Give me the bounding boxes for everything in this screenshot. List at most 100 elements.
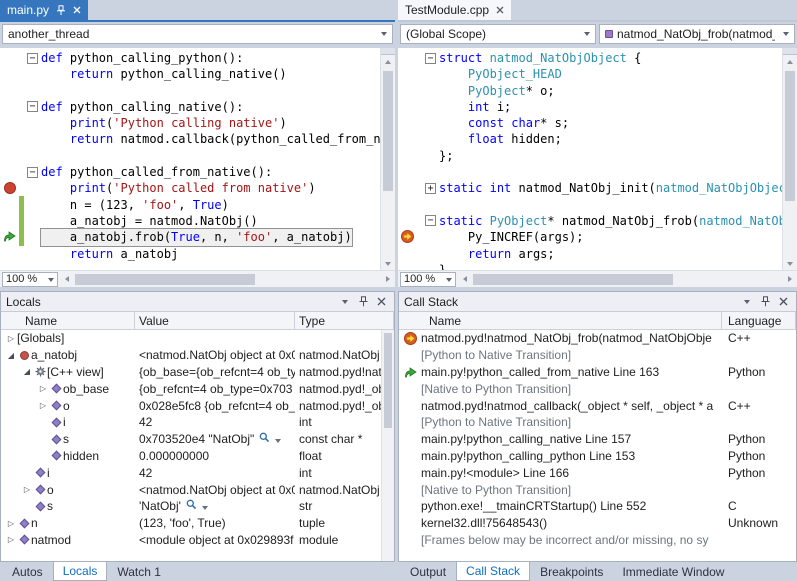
chevron-down-icon[interactable] bbox=[202, 499, 208, 513]
callstack-frame-row[interactable]: python.exe!__tmainCRTStartup() Line 552C bbox=[399, 498, 796, 515]
magnifier-button[interactable] bbox=[186, 499, 197, 513]
scroll-left-icon[interactable] bbox=[458, 272, 472, 287]
callstack-frame-row[interactable]: [Native to Python Transition] bbox=[399, 380, 796, 397]
scrollbar-thumb[interactable] bbox=[785, 71, 795, 201]
splitter-grip[interactable] bbox=[783, 48, 797, 55]
expander-icon[interactable]: ◢ bbox=[21, 367, 33, 376]
code-editor[interactable]: −struct natmod_NatObjObject { PyObject_H… bbox=[398, 48, 782, 270]
glyph-margin[interactable] bbox=[398, 50, 424, 66]
fold-toggle-icon[interactable]: − bbox=[425, 215, 436, 226]
glyph-margin[interactable] bbox=[398, 99, 424, 115]
callstack-frame-row[interactable]: main.py!python_calling_native Line 157Py… bbox=[399, 431, 796, 448]
vertical-scrollbar[interactable] bbox=[782, 48, 797, 270]
locals-row[interactable]: ▷o<natmod.NatObj object at 0x0natmod.Nat… bbox=[1, 481, 394, 498]
glyph-margin[interactable] bbox=[398, 262, 424, 270]
glyph-margin[interactable] bbox=[398, 229, 424, 245]
glyph-margin[interactable] bbox=[398, 148, 424, 164]
callstack-frame-row[interactable]: [Frames below may be incorrect and/or mi… bbox=[399, 532, 796, 549]
column-header-value[interactable]: Value bbox=[135, 312, 295, 329]
member-dropdown[interactable]: natmod_NatObj_frob(natmod_ bbox=[599, 24, 795, 44]
fold-toggle-icon[interactable]: − bbox=[27, 53, 38, 64]
scroll-down-icon[interactable] bbox=[783, 257, 797, 270]
callstack-frame-row[interactable]: [Python to Native Transition] bbox=[399, 347, 796, 364]
window-menu-icon[interactable] bbox=[337, 294, 353, 309]
scroll-right-icon[interactable] bbox=[783, 272, 797, 287]
glyph-margin[interactable] bbox=[0, 164, 26, 180]
vertical-scrollbar[interactable] bbox=[380, 48, 395, 270]
glyph-margin[interactable] bbox=[398, 197, 424, 213]
locals-row[interactable]: ◢a_natobj<natmod.NatObj object at 0x0nat… bbox=[1, 347, 394, 364]
fold-toggle-icon[interactable]: + bbox=[425, 183, 436, 194]
glyph-margin[interactable] bbox=[0, 66, 26, 82]
debug-tab-locals[interactable]: Locals bbox=[53, 562, 108, 581]
expander-icon[interactable]: ▷ bbox=[37, 401, 49, 410]
glyph-margin[interactable] bbox=[398, 246, 424, 262]
scrollbar-thumb[interactable] bbox=[383, 71, 393, 191]
locals-row[interactable]: ▷natmod<module object at 0x029893fmodule bbox=[1, 532, 394, 549]
glyph-margin[interactable] bbox=[398, 131, 424, 147]
scrollbar-thumb[interactable] bbox=[384, 333, 392, 428]
horizontal-scrollbar[interactable] bbox=[458, 272, 797, 287]
glyph-margin[interactable] bbox=[0, 50, 26, 66]
locals-row[interactable]: ▷o0x028e5fc8 {ob_refcnt=4 ob_natmod.pyd!… bbox=[1, 397, 394, 414]
scrollbar-track[interactable] bbox=[783, 68, 797, 257]
callstack-frame-row[interactable]: [Native to Python Transition] bbox=[399, 481, 796, 498]
column-header-language[interactable]: Language bbox=[722, 312, 796, 329]
glyph-margin[interactable] bbox=[0, 180, 26, 196]
magnifier-icon[interactable] bbox=[259, 432, 270, 443]
expander-icon[interactable]: ▷ bbox=[5, 519, 17, 528]
locals-row[interactable]: i42int bbox=[1, 464, 394, 481]
locals-row[interactable]: s0x703520e4 "NatObj"const char * bbox=[1, 431, 394, 448]
expander-icon[interactable]: ▷ bbox=[5, 535, 17, 544]
fold-toggle-icon[interactable]: − bbox=[27, 101, 38, 112]
glyph-margin[interactable] bbox=[398, 180, 424, 196]
callstack-frame-row[interactable]: [Python to Native Transition] bbox=[399, 414, 796, 431]
locals-row[interactable]: hidden0.000000000float bbox=[1, 448, 394, 465]
glyph-margin[interactable] bbox=[0, 83, 26, 99]
glyph-margin[interactable] bbox=[0, 246, 26, 262]
glyph-margin[interactable] bbox=[0, 115, 26, 131]
callstack-frame-row[interactable]: main.py!python_calling_python Line 153Py… bbox=[399, 448, 796, 465]
horizontal-scrollbar[interactable] bbox=[60, 272, 395, 287]
callstack-frame-row[interactable]: natmod.pyd!natmod_NatObj_frob(natmod_Nat… bbox=[399, 330, 796, 347]
debug-tab-output[interactable]: Output bbox=[401, 562, 455, 581]
locals-row[interactable]: i42int bbox=[1, 414, 394, 431]
tab-testmodule-cpp[interactable]: TestModule.cpp bbox=[398, 0, 511, 20]
column-header-type[interactable]: Type bbox=[295, 312, 394, 329]
debug-tab-autos[interactable]: Autos bbox=[3, 562, 52, 581]
glyph-margin[interactable] bbox=[398, 83, 424, 99]
close-icon[interactable] bbox=[496, 6, 504, 14]
pin-icon[interactable] bbox=[757, 294, 773, 309]
zoom-dropdown[interactable]: 100 % bbox=[2, 272, 58, 287]
glyph-margin[interactable] bbox=[0, 99, 26, 115]
window-menu-icon[interactable] bbox=[739, 294, 755, 309]
debug-tab-breakpoints[interactable]: Breakpoints bbox=[531, 562, 612, 581]
tool-window-title-bar[interactable]: Call Stack bbox=[399, 292, 796, 312]
glyph-margin[interactable] bbox=[0, 229, 26, 245]
pin-icon[interactable] bbox=[355, 294, 371, 309]
glyph-margin[interactable] bbox=[0, 213, 26, 229]
glyph-margin[interactable] bbox=[0, 148, 26, 164]
callstack-frame-row[interactable]: main.py!python_called_from_native Line 1… bbox=[399, 364, 796, 381]
expander-icon[interactable]: ▷ bbox=[37, 384, 49, 393]
vertical-scrollbar[interactable] bbox=[381, 330, 394, 561]
glyph-margin[interactable] bbox=[398, 164, 424, 180]
debug-tab-immediate-window[interactable]: Immediate Window bbox=[613, 562, 733, 581]
debug-tab-call-stack[interactable]: Call Stack bbox=[456, 562, 530, 581]
locals-row[interactable]: ◢[C++ view]{ob_base={ob_refcnt=4 ob_tyna… bbox=[1, 364, 394, 381]
magnifier-icon[interactable] bbox=[186, 499, 197, 510]
close-icon[interactable] bbox=[373, 294, 389, 309]
glyph-margin[interactable] bbox=[0, 197, 26, 213]
glyph-margin[interactable] bbox=[398, 66, 424, 82]
breakpoint-icon[interactable] bbox=[4, 182, 16, 194]
expander-icon[interactable]: ▷ bbox=[5, 334, 17, 343]
callstack-frame-row[interactable]: kernel32.dll!75648543()Unknown bbox=[399, 515, 796, 532]
chevron-down-icon[interactable] bbox=[275, 432, 281, 446]
scrollbar-thumb[interactable] bbox=[75, 274, 255, 285]
zoom-dropdown[interactable]: 100 % bbox=[400, 272, 456, 287]
splitter-grip[interactable] bbox=[381, 48, 395, 55]
scope-dropdown[interactable]: (Global Scope) bbox=[400, 24, 596, 44]
column-header-name[interactable]: Name bbox=[399, 312, 722, 329]
expander-icon[interactable]: ◢ bbox=[5, 351, 17, 360]
expander-icon[interactable]: ▷ bbox=[21, 485, 33, 494]
